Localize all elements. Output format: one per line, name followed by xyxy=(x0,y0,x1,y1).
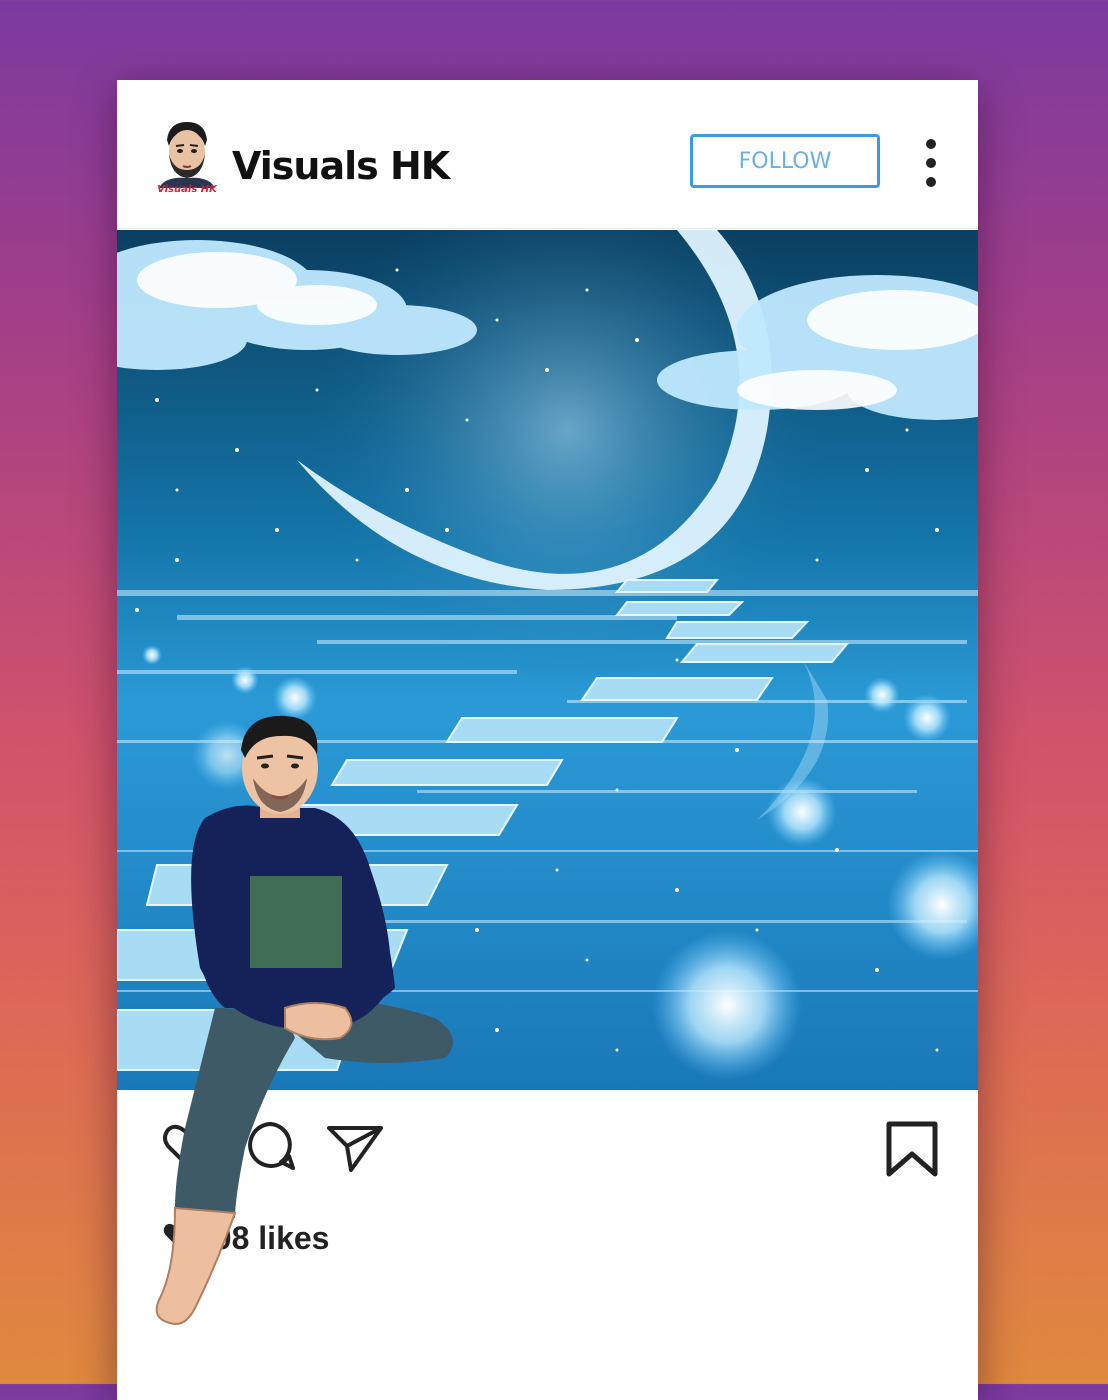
follow-button[interactable]: FOLLOW xyxy=(690,134,880,188)
avatar-logo-text: Visuals HK xyxy=(157,184,217,195)
avatar[interactable]: Visuals HK xyxy=(155,118,219,202)
username[interactable]: Visuals HK xyxy=(232,144,450,188)
more-vertical-icon[interactable] xyxy=(923,136,939,190)
bookmark-icon[interactable] xyxy=(885,1120,939,1183)
person-illustration xyxy=(145,708,465,1348)
post-header: Visuals HK Visuals HK FOLLOW xyxy=(117,80,978,229)
avatar-face-icon xyxy=(159,122,215,188)
